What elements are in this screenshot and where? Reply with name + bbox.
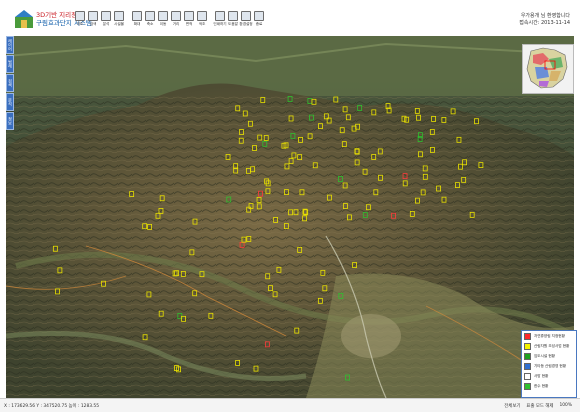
chart-icon — [101, 11, 111, 21]
ruler-icon — [171, 11, 181, 21]
toolbar-button-7[interactable]: 거리 — [170, 11, 182, 29]
main-toolbar: 지도 검색 분석 시설물 확대 축소 이동 거리 면적 색조 인쇄하기 도움말 환경설정 종료 — [74, 11, 265, 29]
legend-item: 한수 현황 — [522, 381, 576, 391]
left-tab-label: 정보 — [8, 117, 13, 125]
legend-swatch — [524, 342, 531, 350]
pan-icon — [158, 11, 168, 21]
toolbar-separator — [126, 11, 130, 29]
legend-label: 산림자원 조성사업 현황 — [534, 343, 570, 348]
toolbar-button-5[interactable]: 축소 — [144, 11, 156, 29]
left-tab-label: 검색 — [8, 79, 13, 87]
search-icon — [88, 11, 98, 21]
left-tab-1[interactable]: 범례 — [6, 55, 14, 73]
legend-swatch — [524, 332, 531, 340]
toolbar-button-label: 도움말 — [228, 22, 238, 26]
legend-swatch — [524, 382, 531, 390]
gear-icon — [241, 11, 251, 21]
toolbar-button-1[interactable]: 검색 — [87, 11, 99, 29]
legend-item: 산림자원 조성사업 현황 — [522, 341, 576, 351]
toolbar-button-0[interactable]: 지도 — [74, 11, 86, 29]
legend-item: 임도시설 현황 — [522, 351, 576, 361]
top-header: 3D기반 지리정보 구림효과단지 시스템 지도 검색 분석 시설물 확대 축소 이동 거리 면적… — [0, 0, 580, 36]
left-tab-label: 분석 — [8, 98, 13, 106]
login-time: 접속시간: 2013-11-14 — [519, 20, 570, 26]
welcome-text: 우가용개 님 환영합니다 — [520, 13, 570, 19]
full-extent-button[interactable]: 전체보기 — [504, 403, 520, 409]
terrain-3d-map[interactable] — [6, 36, 574, 398]
left-tab-3[interactable]: 분석 — [6, 93, 14, 111]
toolbar-button-label: 축소 — [146, 22, 154, 26]
toolbar-button-3[interactable]: 시설물 — [113, 11, 125, 29]
legend-item: 기타등 산림경영 현황 — [522, 361, 576, 371]
toolbar-button-label: 인쇄하기 — [213, 22, 227, 26]
minimap-region-icon — [526, 47, 568, 89]
toolbar-button-label: 검색 — [89, 22, 97, 26]
toolbar-button-2[interactable]: 분석 — [100, 11, 112, 29]
area-icon — [184, 11, 194, 21]
toolbar-separator — [209, 11, 213, 29]
app-logo-icon — [15, 10, 33, 28]
building-icon — [114, 11, 124, 21]
map-icon — [75, 11, 85, 21]
toolbar-button-10[interactable]: 인쇄하기 — [213, 11, 227, 29]
toolbar-button-9[interactable]: 색조 — [196, 11, 208, 29]
toolbar-button-4[interactable]: 확대 — [131, 11, 143, 29]
zoom-out-icon — [145, 11, 155, 21]
map-viewport[interactable] — [6, 36, 574, 398]
legend-swatch — [524, 362, 531, 370]
toolbar-button-12[interactable]: 환경설정 — [239, 11, 253, 29]
toolbar-button-11[interactable]: 도움말 — [227, 11, 239, 29]
coordinate-readout: X : 173629.56 Y : 347520.75 높이 : 1283.55 — [4, 404, 100, 409]
toolbar-button-label: 이동 — [159, 22, 167, 26]
legend-label: 자연휴양림 지정현황 — [534, 333, 565, 338]
status-bar: X : 173629.56 Y : 347520.75 높이 : 1283.55… — [0, 398, 580, 412]
left-tab-4[interactable]: 정보 — [6, 112, 14, 130]
toolbar-button-8[interactable]: 면적 — [183, 11, 195, 29]
zoom-level[interactable]: 100% — [559, 403, 572, 409]
map-legend: 자연휴양림 지정현황산림자원 조성사업 현황임도시설 현황기타등 산림경영 현황… — [521, 330, 577, 398]
legend-item: 자연휴양림 지정현황 — [522, 331, 576, 341]
left-tab-label: 레이어 — [8, 39, 13, 51]
toolbar-button-6[interactable]: 이동 — [157, 11, 169, 29]
toolbar-button-label: 환경설정 — [239, 22, 253, 26]
toolbar-button-13[interactable]: 종료 — [253, 11, 265, 29]
print-icon — [215, 11, 225, 21]
legend-label: 사방 현황 — [534, 373, 549, 378]
overview-minimap[interactable] — [522, 44, 574, 94]
toolbar-button-label: 지도 — [76, 22, 84, 26]
legend-label: 임도시설 현황 — [534, 353, 555, 358]
left-tab-strip: 레이어범례검색분석정보 — [6, 36, 14, 136]
legend-swatch — [524, 372, 531, 380]
legend-label: 기타등 산림경영 현황 — [534, 363, 567, 368]
exit-icon — [254, 11, 264, 21]
left-tab-2[interactable]: 검색 — [6, 74, 14, 92]
toolbar-button-label: 종료 — [255, 22, 263, 26]
left-tab-label: 범례 — [8, 60, 13, 68]
toolbar-button-label: 면적 — [185, 22, 193, 26]
user-info: 우가용개 님 환영합니다 접속시간: 2013-11-14 — [519, 13, 570, 27]
toolbar-button-label: 시설물 — [114, 22, 124, 26]
help-icon — [228, 11, 238, 21]
toolbar-button-label: 색조 — [198, 22, 206, 26]
left-tab-0[interactable]: 레이어 — [6, 36, 14, 54]
color-icon — [197, 11, 207, 21]
release-mode-button[interactable]: 표출 모드 해제 — [526, 403, 553, 409]
legend-label: 한수 현황 — [534, 383, 549, 388]
zoom-in-icon — [132, 11, 142, 21]
toolbar-button-label: 분석 — [102, 22, 110, 26]
toolbar-button-label: 거리 — [172, 22, 180, 26]
toolbar-button-label: 확대 — [133, 22, 141, 26]
legend-item: 사방 현황 — [522, 371, 576, 381]
legend-swatch — [524, 352, 531, 360]
